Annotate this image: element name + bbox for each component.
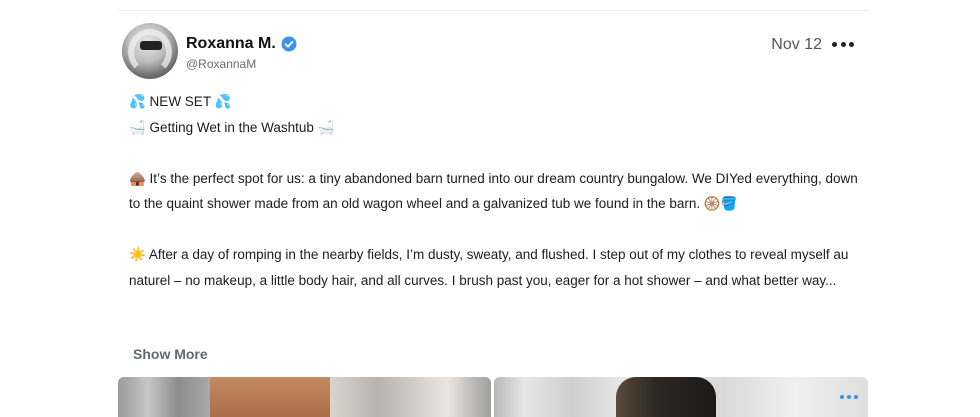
author-handle[interactable]: @RoxannaM [186,57,256,71]
post-paragraph-1: 🛖 It’s the perfect spot for us: a tiny a… [129,170,862,212]
post-title-line: 💦 NEW SET 💦 [129,94,232,109]
media-more-icon[interactable] [840,395,858,401]
post-card: Roxanna M. @RoxannaM Nov 12 💦 NEW SET 💦 … [118,10,868,417]
media-thumbnail-2-detail [616,377,716,417]
media-thumbnail-1-detail [210,377,330,417]
media-thumbnail-2[interactable] [494,377,868,417]
post-date: Nov 12 [771,36,822,53]
post-subtitle-line: 🛁 Getting Wet in the Washtub 🛁 [129,119,335,135]
author-row: Roxanna M. [186,35,297,53]
media-thumbnail-1[interactable] [118,377,491,417]
author-name[interactable]: Roxanna M. [186,35,276,53]
avatar[interactable] [122,23,178,79]
more-options-icon[interactable] [832,37,854,51]
show-more-link[interactable]: Show More [133,346,208,362]
avatar-sunglasses [140,41,162,50]
post-body: 💦 NEW SET 💦 🛁 Getting Wet in the Washtub… [129,89,859,293]
post-paragraph-2: ☀️ After a day of romping in the nearby … [129,247,853,288]
avatar-hair [128,29,172,75]
verified-badge-icon [281,36,297,52]
